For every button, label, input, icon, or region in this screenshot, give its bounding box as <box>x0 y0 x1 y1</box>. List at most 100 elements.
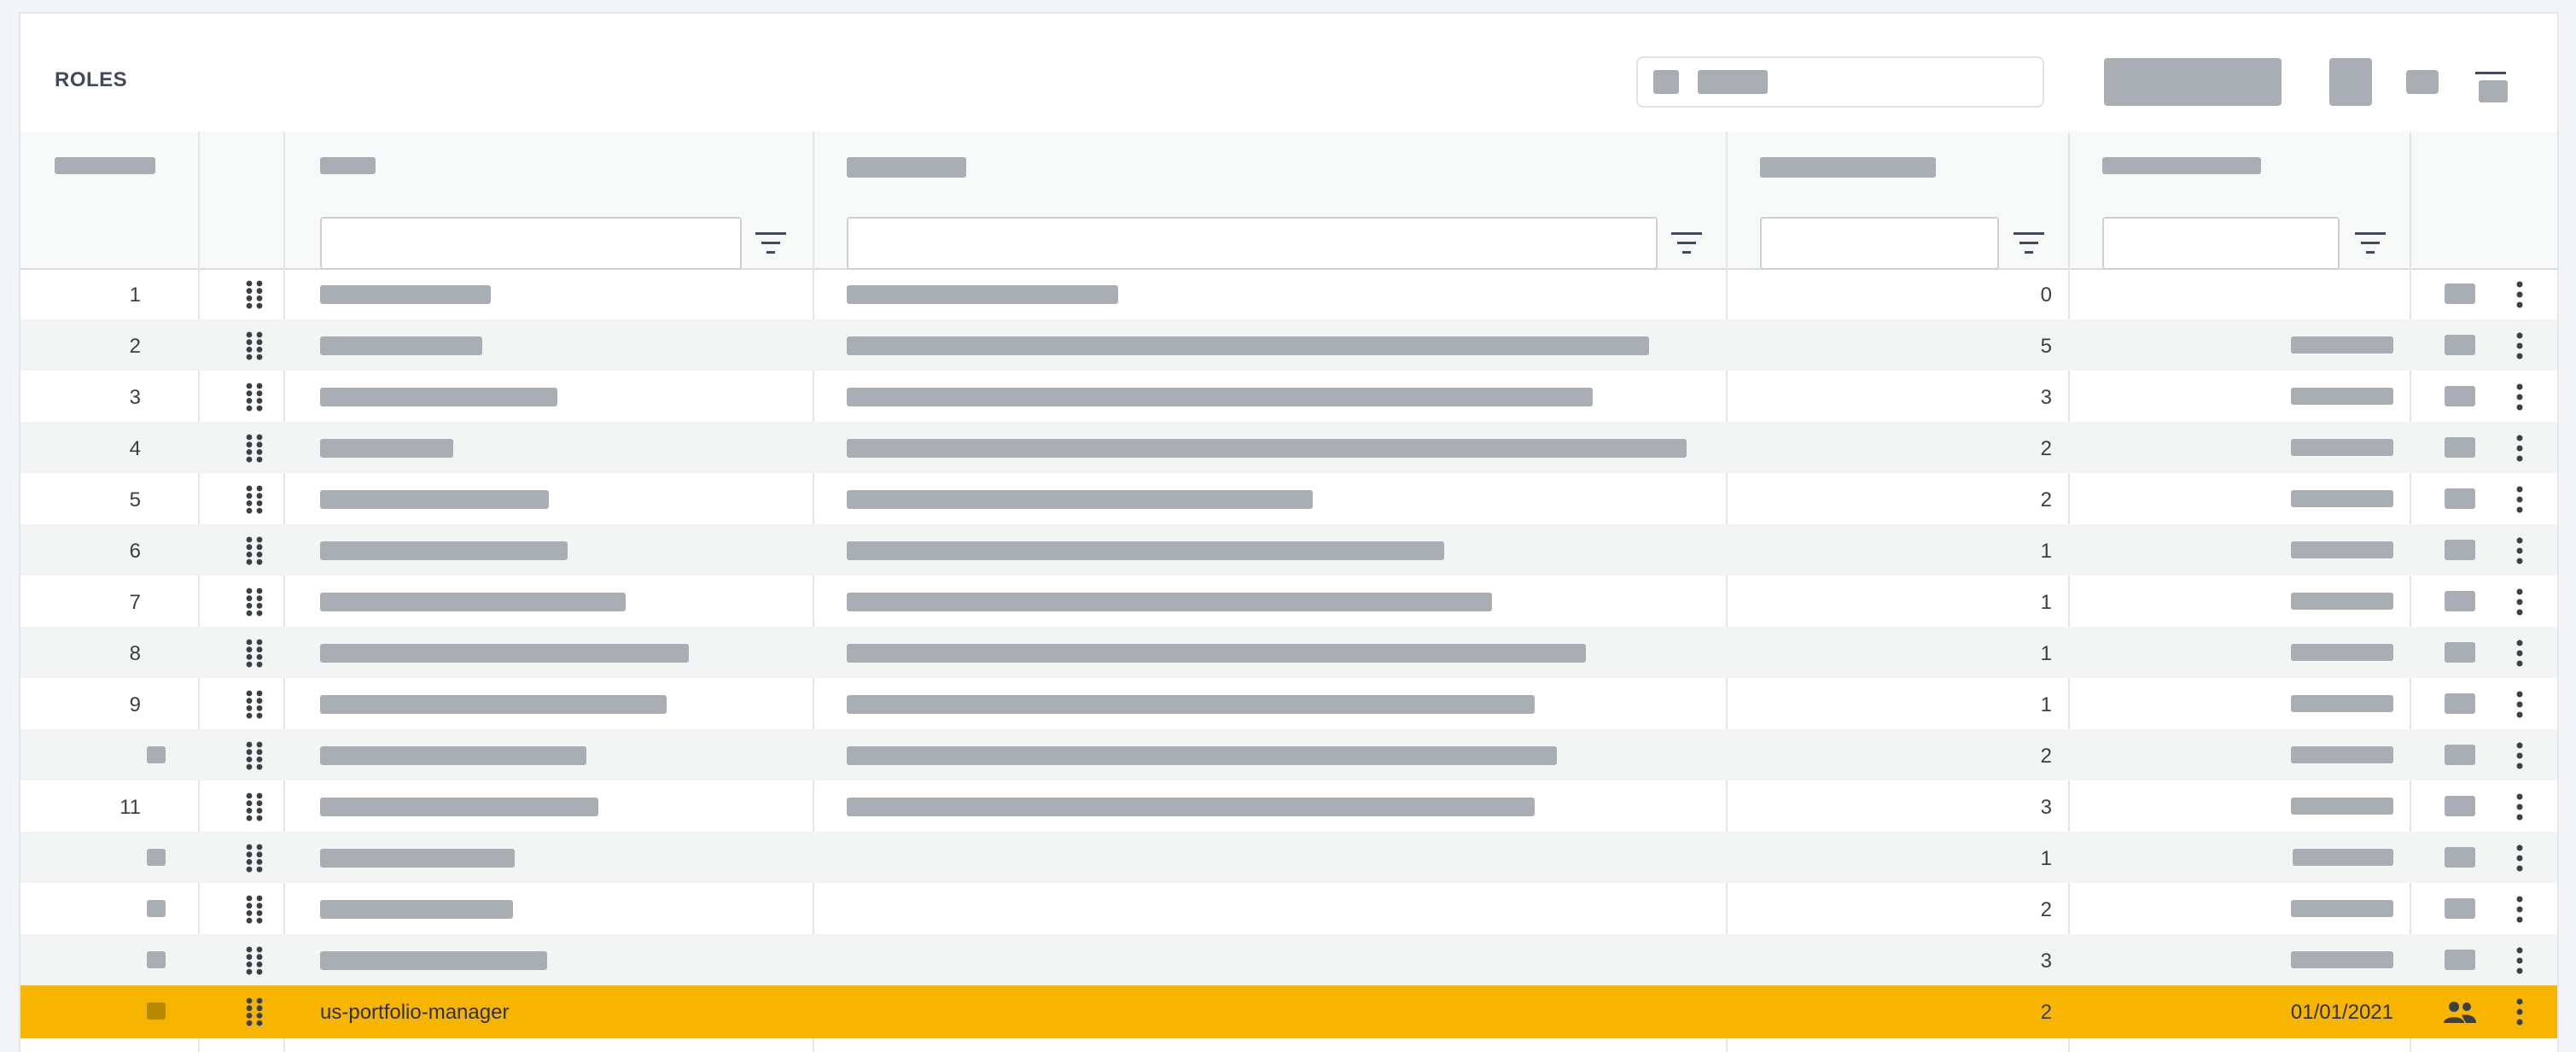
drag-handle-icon[interactable] <box>245 536 264 565</box>
table-row[interactable]: us-portfolio-manager 2 01/01/2021 <box>20 985 2557 1038</box>
role-name-placeholder <box>320 439 453 458</box>
table-row[interactable]: 2 <box>20 729 2557 780</box>
more-vertical-icon[interactable] <box>2515 844 2525 873</box>
role-user-count: 1 <box>2040 847 2052 870</box>
more-vertical-icon[interactable] <box>2515 690 2525 719</box>
more-vertical-icon[interactable] <box>2515 741 2525 770</box>
row-index-placeholder <box>147 951 166 968</box>
date-filter-input[interactable] <box>2102 217 2340 270</box>
col-header-index[interactable] <box>55 157 155 174</box>
drag-handle-icon[interactable] <box>245 383 264 412</box>
row-index-placeholder <box>147 746 166 763</box>
role-date: 01/01/2021 <box>2290 1001 2393 1024</box>
more-vertical-icon[interactable] <box>2515 331 2525 360</box>
table-row[interactable]: 2 <box>20 883 2557 934</box>
role-date-placeholder <box>2293 849 2393 866</box>
more-vertical-icon[interactable] <box>2515 434 2525 463</box>
row-action-button[interactable] <box>2445 488 2475 509</box>
row-index: 4 <box>129 437 141 460</box>
drag-handle-icon[interactable] <box>245 587 264 617</box>
col-header-name[interactable] <box>320 157 376 174</box>
role-date-placeholder <box>2291 798 2393 815</box>
more-vertical-icon[interactable] <box>2515 587 2525 617</box>
row-action-button[interactable] <box>2445 283 2475 304</box>
row-index-placeholder <box>147 849 166 866</box>
table-row[interactable]: 91 <box>20 678 2557 729</box>
sort-lines-icon[interactable] <box>2474 70 2509 104</box>
row-action-button[interactable] <box>2445 386 2475 406</box>
drag-handle-icon[interactable] <box>245 946 264 975</box>
more-vertical-icon[interactable] <box>2515 639 2525 668</box>
drag-handle-icon[interactable] <box>245 844 264 873</box>
people-icon[interactable] <box>2443 999 2477 1025</box>
more-vertical-icon[interactable] <box>2515 485 2525 514</box>
role-user-count: 1 <box>2040 540 2052 563</box>
row-action-button[interactable] <box>2445 540 2475 560</box>
col-header-date[interactable] <box>2102 157 2261 174</box>
row-action-button[interactable] <box>2445 591 2475 611</box>
drag-handle-icon[interactable] <box>245 895 264 924</box>
filter-icon[interactable] <box>1670 231 1704 256</box>
row-action-button[interactable] <box>2445 950 2475 970</box>
role-date-placeholder <box>2291 746 2393 763</box>
table-row[interactable]: 33 <box>20 371 2557 422</box>
table-row[interactable]: 3 <box>20 934 2557 985</box>
drag-handle-icon[interactable] <box>245 280 264 309</box>
role-description-placeholder <box>847 285 1118 304</box>
role-description-placeholder <box>847 798 1535 816</box>
role-name-placeholder <box>320 746 586 765</box>
search-placeholder <box>1698 70 1768 94</box>
drag-handle-icon[interactable] <box>245 997 264 1026</box>
table-row[interactable]: 52 <box>20 473 2557 524</box>
more-vertical-icon[interactable] <box>2515 280 2525 309</box>
drag-handle-icon[interactable] <box>245 331 264 360</box>
row-action-button[interactable] <box>2445 847 2475 868</box>
drag-handle-icon[interactable] <box>245 741 264 770</box>
table-row[interactable]: 25 <box>20 319 2557 371</box>
drag-handle-icon[interactable] <box>245 639 264 668</box>
more-vertical-icon[interactable] <box>2515 792 2525 821</box>
role-user-count: 3 <box>2040 796 2052 819</box>
table-row[interactable]: 11 3 <box>20 780 2557 832</box>
drag-handle-icon[interactable] <box>245 485 264 514</box>
row-action-button[interactable] <box>2445 745 2475 765</box>
row-action-button[interactable] <box>2445 898 2475 919</box>
drag-handle-icon[interactable] <box>245 434 264 463</box>
filter-icon[interactable] <box>2353 231 2387 256</box>
primary-action-button[interactable] <box>2104 58 2282 106</box>
table-row[interactable]: 10 <box>20 268 2557 319</box>
role-name-placeholder <box>320 593 626 611</box>
drag-handle-icon[interactable] <box>245 792 264 821</box>
row-action-button[interactable] <box>2445 796 2475 816</box>
more-vertical-icon[interactable] <box>2515 997 2525 1026</box>
table-row[interactable]: 1 <box>20 832 2557 883</box>
row-index: 6 <box>129 540 141 563</box>
filter-icon[interactable] <box>2012 231 2046 256</box>
role-user-count: 5 <box>2040 335 2052 358</box>
description-filter-input[interactable] <box>847 217 1658 270</box>
name-filter-input[interactable] <box>320 217 742 270</box>
table-row[interactable]: 42 <box>20 422 2557 473</box>
search-input[interactable] <box>1636 56 2044 108</box>
filter-icon[interactable] <box>754 231 788 256</box>
table-row[interactable]: 61 <box>20 524 2557 576</box>
count-filter-input[interactable] <box>1760 217 1999 270</box>
more-vertical-icon[interactable] <box>2515 536 2525 565</box>
more-vertical-icon[interactable] <box>2515 946 2525 975</box>
toolbar-icon-button[interactable] <box>2329 58 2372 106</box>
row-action-button[interactable] <box>2445 693 2475 714</box>
row-action-button[interactable] <box>2445 335 2475 355</box>
table-row[interactable]: 71 <box>20 576 2557 627</box>
more-vertical-icon[interactable] <box>2515 383 2525 412</box>
toolbar-small-button[interactable] <box>2406 70 2439 94</box>
col-header-count[interactable] <box>1760 157 1936 178</box>
drag-handle-icon[interactable] <box>245 690 264 719</box>
role-user-count: 2 <box>2040 898 2052 921</box>
row-action-button[interactable] <box>2445 642 2475 663</box>
more-vertical-icon[interactable] <box>2515 895 2525 924</box>
role-description-placeholder <box>847 490 1313 509</box>
page-title: ROLES <box>55 68 128 91</box>
table-row[interactable]: 81 <box>20 627 2557 678</box>
col-header-description[interactable] <box>847 157 966 178</box>
row-action-button[interactable] <box>2445 437 2475 458</box>
